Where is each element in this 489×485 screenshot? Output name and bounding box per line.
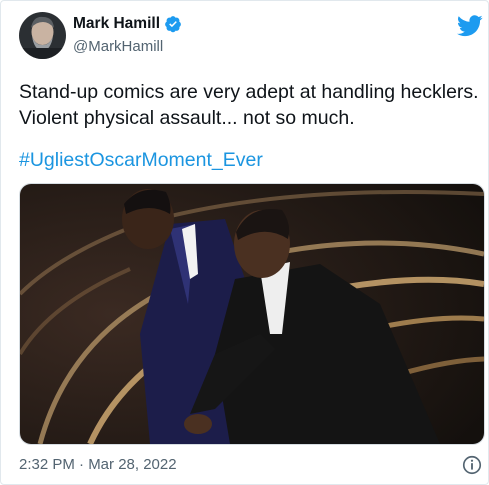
verified-badge-icon	[165, 16, 181, 33]
twitter-bird-icon[interactable]	[457, 15, 483, 37]
author-handle[interactable]: @MarkHamill	[73, 38, 163, 55]
tweet-text: Stand-up comics are very adept at handli…	[19, 81, 479, 129]
author-name[interactable]: Mark Hamill	[73, 15, 160, 33]
tweet-card: Mark Hamill @MarkHamill Stand-up comics …	[0, 0, 489, 485]
info-icon[interactable]	[461, 454, 483, 476]
avatar[interactable]	[19, 12, 66, 59]
tweet-timestamp[interactable]: 2:32 PM · Mar 28, 2022	[19, 456, 177, 473]
tweet-photo[interactable]	[19, 183, 485, 445]
hashtag-link[interactable]: #UgliestOscarMoment_Ever	[19, 149, 263, 172]
